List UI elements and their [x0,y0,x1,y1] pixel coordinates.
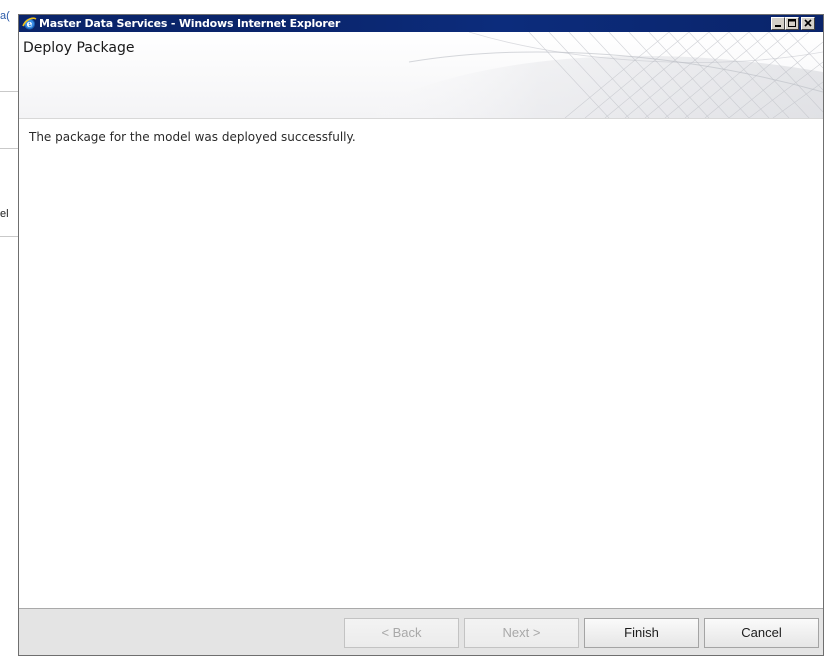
background-divider [0,91,18,92]
maximize-button[interactable] [785,17,799,30]
finish-button[interactable]: Finish [584,618,699,648]
back-button[interactable]: < Back [344,618,459,648]
background-divider [0,236,18,237]
svg-text:e: e [27,20,33,30]
wizard-content: The package for the model was deployed s… [19,119,823,609]
wizard-header: Deploy Package [19,32,823,119]
wizard-button-bar: < Back Next > Finish Cancel [19,608,823,655]
minimize-button[interactable] [771,17,785,30]
close-button[interactable] [801,17,815,30]
header-decoration [349,32,823,118]
minimize-icon [775,25,781,27]
close-icon [804,19,812,27]
page-title: Deploy Package [23,40,135,56]
window-title: Master Data Services - Windows Internet … [39,17,341,30]
maximize-icon [788,19,796,27]
window-titlebar[interactable]: e Master Data Services - Windows Interne… [19,15,823,32]
background-text-fragment: a( [0,10,10,22]
cancel-button[interactable]: Cancel [704,618,819,648]
background-text-fragment: el [0,208,9,220]
next-button[interactable]: Next > [464,618,579,648]
background-divider [0,148,18,149]
popup-window: e Master Data Services - Windows Interne… [18,14,824,656]
ie-icon: e [22,16,37,31]
success-message: The package for the model was deployed s… [29,130,356,144]
